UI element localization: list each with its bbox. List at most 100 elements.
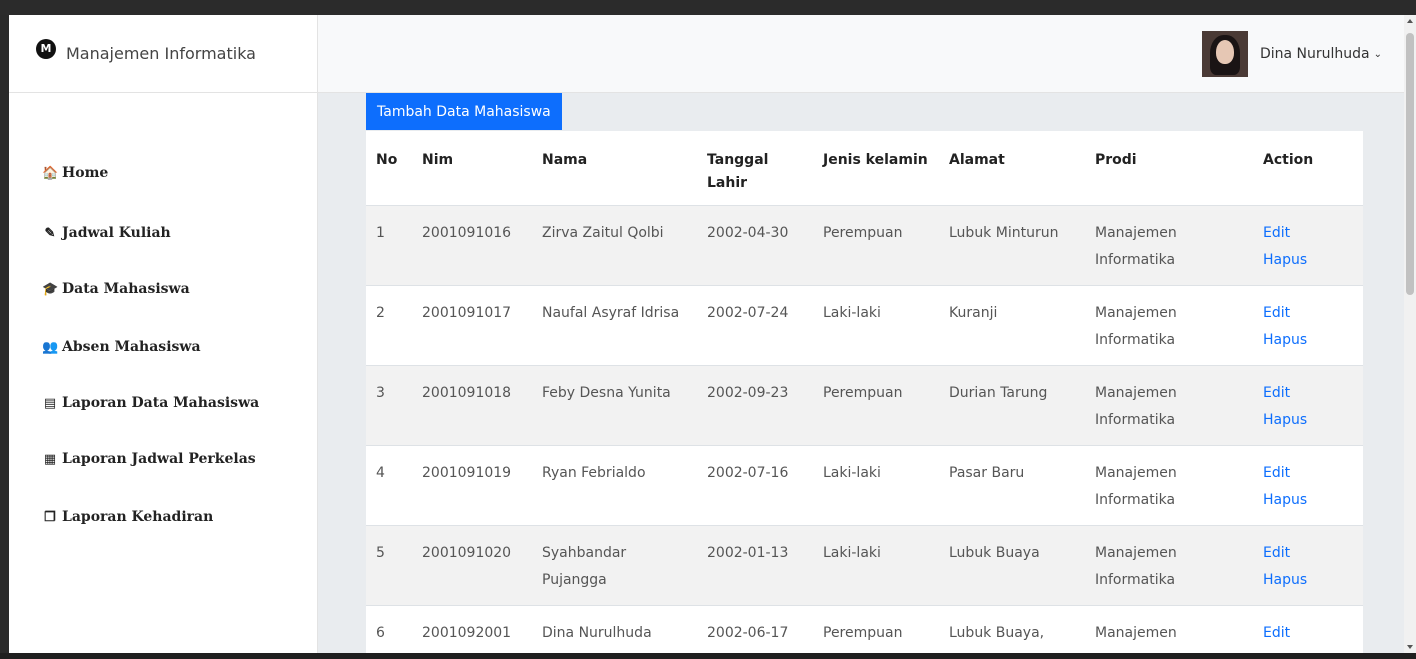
edit-link[interactable]: Edit — [1263, 540, 1353, 567]
hapus-link[interactable]: Hapus — [1263, 487, 1353, 514]
table-row: 5 2001091020 Syahbandar Pujangga 2002-01… — [366, 525, 1363, 606]
cell-tanggal-lahir: 2002-01-13 — [697, 525, 813, 606]
cell-prodi: Manajemen Informatika — [1085, 445, 1253, 526]
hapus-link[interactable]: Hapus — [1263, 247, 1353, 274]
cell-no: 2 — [366, 285, 412, 366]
edit-link[interactable]: Edit — [1263, 620, 1353, 647]
table-row: 1 2001091016 Zirva Zaitul Qolbi 2002-04-… — [366, 205, 1363, 286]
window-bottom-edge — [0, 653, 1416, 659]
edit-link[interactable]: Edit — [1263, 380, 1353, 407]
sidebar-item-jadwal-kuliah[interactable]: ✎ Jadwal Kuliah — [42, 225, 171, 241]
sidebar-item-label: Absen Mahasiswa — [62, 339, 201, 355]
cell-alamat: Lubuk Minturun — [939, 205, 1085, 286]
scroll-up-icon[interactable] — [1407, 19, 1413, 23]
page-scrollbar[interactable] — [1404, 15, 1416, 653]
sidebar-item-laporan-jadwal-perkelas[interactable]: ▦ Laporan Jadwal Perkelas — [42, 451, 256, 467]
header-jenis-kelamin: Jenis kelamin — [813, 131, 939, 206]
sidebar-item-label: Laporan Kehadiran — [62, 509, 214, 525]
sidebar-item-label: Laporan Data Mahasiswa — [62, 395, 260, 411]
student-table-card: No Nim Nama Tanggal Lahir Jenis kelamin … — [366, 131, 1363, 653]
cell-action: Edit Hapus — [1253, 445, 1363, 526]
id-card-icon: ▦ — [43, 451, 57, 467]
user-name: Dina Nurulhuda — [1259, 46, 1370, 62]
header-nim: Nim — [412, 131, 532, 206]
graduation-cap-icon: 🎓 — [42, 281, 59, 297]
cell-nama: Feby Desna Yunita — [532, 365, 697, 446]
sidebar-item-home[interactable]: 🏠 Home — [42, 165, 108, 181]
cell-prodi: Manajemen Informatika — [1085, 365, 1253, 446]
cell-jenis-kelamin: Perempuan — [813, 365, 939, 446]
hapus-link[interactable]: Hapus — [1263, 567, 1353, 594]
sidebar-item-label: Data Mahasiswa — [62, 281, 190, 297]
scroll-down-icon[interactable] — [1407, 645, 1413, 649]
cell-action: Edit Hapus — [1253, 205, 1363, 286]
brand-title: Manajemen Informatika — [66, 44, 256, 63]
copy-icon: ❐ — [44, 509, 56, 525]
cell-nama: Zirva Zaitul Qolbi — [532, 205, 697, 286]
cell-tanggal-lahir: 2002-09-23 — [697, 365, 813, 446]
student-table: No Nim Nama Tanggal Lahir Jenis kelamin … — [366, 131, 1363, 653]
user-menu[interactable]: Dina Nurulhuda ⌄ — [1201, 31, 1382, 77]
edit-icon: ✎ — [44, 225, 56, 241]
header-tanggal-lahir: Tanggal Lahir — [697, 131, 813, 206]
cell-no: 5 — [366, 525, 412, 606]
cell-prodi: Manajemen Informatika — [1085, 205, 1253, 286]
edit-link[interactable]: Edit — [1263, 220, 1353, 247]
sidebar-item-data-mahasiswa[interactable]: 🎓 Data Mahasiswa — [42, 281, 190, 297]
cell-no: 6 — [366, 605, 412, 653]
table-row: 6 2001092001 Dina Nurulhuda 2002-06-17 P… — [366, 605, 1363, 653]
header-alamat: Alamat — [939, 131, 1085, 206]
cell-nim: 2001091018 — [412, 365, 532, 446]
cell-nama: Dina Nurulhuda — [532, 605, 697, 653]
home-icon: 🏠 — [42, 165, 59, 181]
hapus-link[interactable]: Hapus — [1263, 327, 1353, 354]
cell-nama: Naufal Asyraf Idrisa — [532, 285, 697, 366]
cell-jenis-kelamin: Perempuan — [813, 205, 939, 286]
sidebar-item-label: Home — [62, 165, 109, 181]
cell-alamat: Lubuk Buaya, — [939, 605, 1085, 653]
cell-nim: 2001092001 — [412, 605, 532, 653]
cell-alamat: Kuranji — [939, 285, 1085, 366]
sidebar-item-laporan-data-mahasiswa[interactable]: ▤ Laporan Data Mahasiswa — [42, 395, 259, 411]
cell-nama: Syahbandar Pujangga — [532, 525, 697, 606]
header-prodi: Prodi — [1085, 131, 1253, 206]
cell-nama: Ryan Febrialdo — [532, 445, 697, 526]
add-student-button[interactable]: Tambah Data Mahasiswa — [366, 93, 562, 130]
sidebar-item-laporan-kehadiran[interactable]: ❐ Laporan Kehadiran — [42, 509, 213, 525]
cell-alamat: Lubuk Buaya — [939, 525, 1085, 606]
scrollbar-thumb[interactable] — [1406, 33, 1414, 295]
cell-no: 4 — [366, 445, 412, 526]
sidebar-item-absen-mahasiswa[interactable]: 👥 Absen Mahasiswa — [42, 339, 201, 355]
cell-alamat: Durian Tarung — [939, 365, 1085, 446]
table-row: 3 2001091018 Feby Desna Yunita 2002-09-2… — [366, 365, 1363, 446]
sidebar: 🏠 Home ✎ Jadwal Kuliah 🎓 Data Mahasiswa … — [9, 93, 318, 653]
cell-jenis-kelamin: Perempuan — [813, 605, 939, 653]
cell-tanggal-lahir: 2002-07-16 — [697, 445, 813, 526]
cell-nim: 2001091020 — [412, 525, 532, 606]
cell-jenis-kelamin: Laki-laki — [813, 525, 939, 606]
brand-logo: M — [31, 38, 61, 69]
avatar — [1201, 31, 1248, 77]
cell-alamat: Pasar Baru — [939, 445, 1085, 526]
cell-jenis-kelamin: Laki-laki — [813, 285, 939, 366]
edit-link[interactable]: Edit — [1263, 460, 1353, 487]
cell-action: Edit Hapus — [1253, 365, 1363, 446]
hapus-link[interactable]: Hapus — [1263, 407, 1353, 434]
logo-circle: M — [36, 38, 56, 59]
browser-top-bar — [0, 0, 1416, 15]
brand-header[interactable]: M Manajemen Informatika — [9, 15, 318, 93]
cell-prodi: Manajemen Informatika — [1085, 525, 1253, 606]
cell-no: 1 — [366, 205, 412, 286]
chevron-down-icon: ⌄ — [1373, 48, 1382, 60]
table-row: 2 2001091017 Naufal Asyraf Idrisa 2002-0… — [366, 285, 1363, 366]
main-content: Tambah Data Mahasiswa No Nim Nama Tangga… — [318, 93, 1404, 653]
cell-nim: 2001091016 — [412, 205, 532, 286]
cell-nim: 2001091017 — [412, 285, 532, 366]
table-row: 4 2001091019 Ryan Febrialdo 2002-07-16 L… — [366, 445, 1363, 526]
header-no: No — [366, 131, 412, 206]
app-shell: M Manajemen Informatika Dina Nurulhuda ⌄… — [9, 15, 1404, 653]
header-action: Action — [1253, 131, 1363, 206]
table-header-row: No Nim Nama Tanggal Lahir Jenis kelamin … — [366, 131, 1363, 206]
edit-link[interactable]: Edit — [1263, 300, 1353, 327]
cell-jenis-kelamin: Laki-laki — [813, 445, 939, 526]
